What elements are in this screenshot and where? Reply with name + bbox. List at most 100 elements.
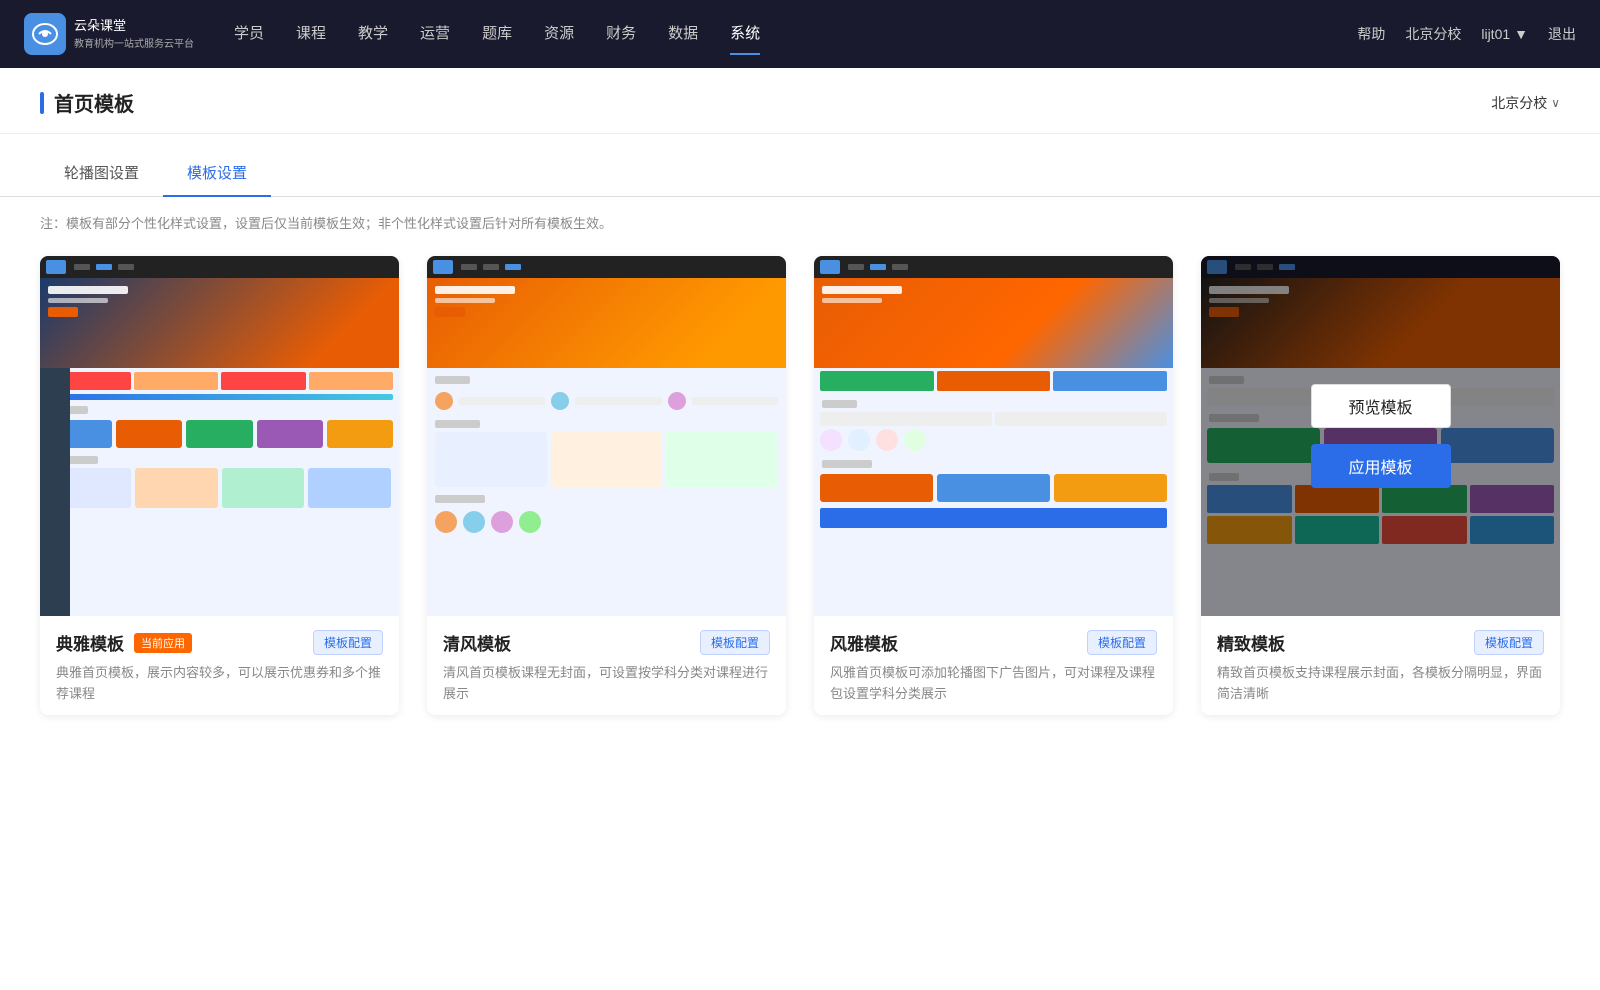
tab-template-settings[interactable]: 模板设置 bbox=[163, 150, 271, 197]
mini-stat bbox=[904, 429, 926, 451]
nav-item-system[interactable]: 系统 bbox=[730, 22, 760, 47]
template-name-1: 典雅模板 bbox=[56, 630, 124, 655]
mini-avatar bbox=[551, 392, 569, 410]
mini-course bbox=[257, 420, 323, 448]
nav-links: 学员 课程 教学 运营 题库 资源 财务 数据 系统 bbox=[234, 22, 1357, 47]
config-btn-2[interactable]: 模板配置 bbox=[700, 630, 770, 655]
mini-ad bbox=[1053, 371, 1167, 391]
tabs-row: 轮播图设置 模板设置 bbox=[0, 150, 1600, 197]
nav-item-questions[interactable]: 题库 bbox=[482, 22, 512, 47]
mini-coupons bbox=[40, 372, 399, 390]
mini-card bbox=[551, 432, 663, 487]
nav-item-course[interactable]: 课程 bbox=[296, 22, 326, 47]
mini-ad bbox=[820, 371, 934, 391]
nav-item-resources[interactable]: 资源 bbox=[544, 22, 574, 47]
mini-nav-item bbox=[483, 264, 499, 270]
nav-item-finance[interactable]: 财务 bbox=[606, 22, 636, 47]
page-header: 首页模板 北京分校 ∨ bbox=[0, 68, 1600, 134]
template-desc-4: 精致首页模板支持课程展示封面，各模板分隔明显，界面简洁清晰 bbox=[1217, 663, 1544, 705]
mini-course bbox=[1054, 474, 1167, 502]
nav-item-teaching[interactable]: 教学 bbox=[358, 22, 388, 47]
logo-title: 云朵课堂 bbox=[74, 18, 194, 35]
page-container: 首页模板 北京分校 ∨ 轮播图设置 模板设置 注：模板有部分个性化样式设置，设置… bbox=[0, 68, 1600, 990]
mini-hero bbox=[40, 278, 399, 368]
template-footer-1: 典雅模板 当前应用 模板配置 典雅首页模板，展示内容较多，可以展示优惠券和多个推… bbox=[40, 616, 399, 715]
mini-avatar bbox=[519, 511, 541, 533]
mini-section-title bbox=[435, 495, 485, 503]
template-card-4[interactable]: 预览模板 应用模板 精致模板 模板配置 精致首页模板支持课程展示封面，各模板分隔… bbox=[1201, 256, 1560, 715]
templates-grid: 典雅模板 当前应用 模板配置 典雅首页模板，展示内容较多，可以展示优惠券和多个推… bbox=[0, 240, 1600, 755]
template-name-3: 风雅模板 bbox=[830, 630, 898, 655]
config-btn-3[interactable]: 模板配置 bbox=[1087, 630, 1157, 655]
coupon-item bbox=[221, 372, 306, 390]
mini-course bbox=[327, 420, 393, 448]
mini-teacher-info bbox=[575, 397, 661, 405]
help-link[interactable]: 帮助 bbox=[1357, 24, 1385, 44]
template-preview-3 bbox=[814, 256, 1173, 616]
logo: 云朵课堂 教育机构一站式服务云平台 bbox=[24, 13, 194, 55]
logo-icon bbox=[24, 13, 66, 55]
mini-card bbox=[666, 432, 778, 487]
nav-right: 帮助 北京分校 lijt01 ▼ 退出 bbox=[1357, 24, 1576, 44]
mini-teacher-info bbox=[692, 397, 778, 405]
template-footer-3: 风雅模板 模板配置 风雅首页模板可添加轮播图下广告图片，可对课程及课程包设置学科… bbox=[814, 616, 1173, 715]
page-title-row: 首页模板 bbox=[40, 88, 134, 117]
chevron-down-icon: ∨ bbox=[1551, 96, 1560, 110]
mini-section-title bbox=[435, 420, 480, 428]
template-name-row-3: 风雅模板 模板配置 bbox=[830, 630, 1157, 655]
mini-section-title bbox=[822, 460, 872, 468]
template-card-1[interactable]: 典雅模板 当前应用 模板配置 典雅首页模板，展示内容较多，可以展示优惠券和多个推… bbox=[40, 256, 399, 715]
nav-item-student[interactable]: 学员 bbox=[234, 22, 264, 47]
mini-nav bbox=[40, 256, 399, 278]
template-preview-2 bbox=[427, 256, 786, 616]
mini-cta bbox=[820, 508, 1167, 528]
mini-stat bbox=[820, 429, 842, 451]
config-btn-1[interactable]: 模板配置 bbox=[313, 630, 383, 655]
page-title: 首页模板 bbox=[54, 88, 134, 117]
mini-hero-text bbox=[822, 286, 902, 294]
mini-logo-2 bbox=[433, 260, 453, 274]
mini-section-title bbox=[822, 400, 857, 408]
mini-hero-3 bbox=[814, 278, 1173, 368]
template-desc-1: 典雅首页模板，展示内容较多，可以展示优惠券和多个推荐课程 bbox=[56, 663, 383, 705]
mini-hero-subtext bbox=[435, 298, 495, 303]
mini-pub-course bbox=[820, 412, 992, 426]
mini-public-courses bbox=[814, 412, 1173, 426]
branch-link[interactable]: 北京分校 bbox=[1405, 24, 1461, 44]
mini-card bbox=[435, 432, 547, 487]
preview-main bbox=[40, 256, 399, 616]
mini-avatar bbox=[435, 392, 453, 410]
nav-item-data[interactable]: 数据 bbox=[668, 22, 698, 47]
template-card-3[interactable]: 风雅模板 模板配置 风雅首页模板可添加轮播图下广告图片，可对课程及课程包设置学科… bbox=[814, 256, 1173, 715]
template-footer-2: 清风模板 模板配置 清风首页模板课程无封面，可设置按学科分类对课程进行展示 bbox=[427, 616, 786, 715]
coupon-item bbox=[134, 372, 219, 390]
mini-ad-banners bbox=[814, 368, 1173, 394]
mini-course bbox=[116, 420, 182, 448]
badge-current-1: 当前应用 bbox=[134, 633, 192, 653]
mini-hero-btn bbox=[48, 307, 78, 317]
mini-hero-subtext bbox=[822, 298, 882, 303]
mini-hero-text bbox=[435, 286, 515, 294]
template-preview-4: 预览模板 应用模板 bbox=[1201, 256, 1560, 616]
branch-label: 北京分校 bbox=[1491, 93, 1547, 113]
mini-avatar bbox=[668, 392, 686, 410]
mini-card bbox=[308, 468, 391, 508]
preview-btn-4[interactable]: 预览模板 bbox=[1311, 384, 1451, 428]
mini-avatar bbox=[491, 511, 513, 533]
mini-stat bbox=[848, 429, 870, 451]
template-name-2: 清风模板 bbox=[443, 630, 511, 655]
template-overlay-4: 预览模板 应用模板 bbox=[1201, 256, 1560, 616]
template-card-2[interactable]: 清风模板 模板配置 清风首页模板课程无封面，可设置按学科分类对课程进行展示 bbox=[427, 256, 786, 715]
apply-btn-4[interactable]: 应用模板 bbox=[1311, 444, 1451, 488]
mini-avatar bbox=[463, 511, 485, 533]
branch-selector[interactable]: 北京分校 ∨ bbox=[1491, 93, 1560, 113]
config-btn-4[interactable]: 模板配置 bbox=[1474, 630, 1544, 655]
nav-item-operations[interactable]: 运营 bbox=[420, 22, 450, 47]
user-menu[interactable]: lijt01 ▼ bbox=[1481, 26, 1528, 42]
logo-subtitle: 教育机构一站式服务云平台 bbox=[74, 35, 194, 50]
template-name-4: 精致模板 bbox=[1217, 630, 1285, 655]
mini-nav-item bbox=[118, 264, 134, 270]
tab-slideshow[interactable]: 轮播图设置 bbox=[40, 150, 163, 197]
logout-link[interactable]: 退出 bbox=[1548, 24, 1576, 44]
note-text: 注：模板有部分个性化样式设置，设置后仅当前模板生效；非个性化样式设置后针对所有模… bbox=[40, 216, 612, 231]
